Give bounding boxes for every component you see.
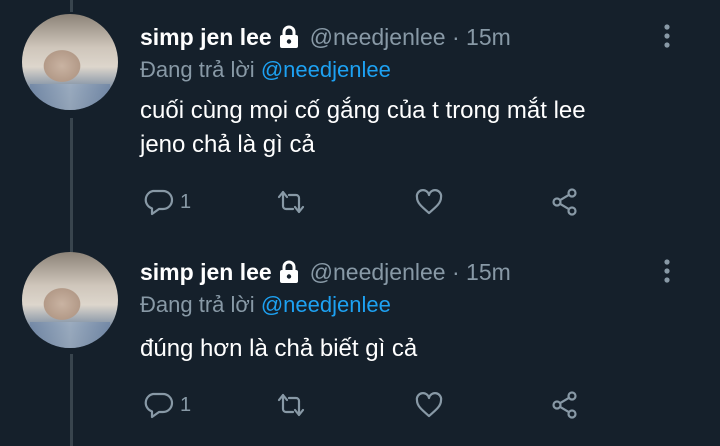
separator-dot: · — [445, 258, 467, 285]
lock-icon — [279, 260, 298, 283]
share-icon — [552, 188, 577, 216]
like-icon — [415, 189, 443, 215]
like-button[interactable] — [414, 385, 444, 425]
avatar[interactable] — [22, 14, 118, 110]
share-icon — [552, 391, 577, 419]
tweet-text: đúng hơn là chả biết gì cả — [140, 332, 680, 366]
share-button[interactable] — [550, 182, 580, 222]
reply-count: 1 — [180, 190, 192, 213]
tweet-header: simp jen lee @needjenlee · 15m — [140, 21, 511, 53]
reply-button[interactable]: 1 — [144, 385, 191, 425]
user-handle[interactable]: @needjenlee — [310, 24, 446, 51]
replying-to-label: Đang trả lời — [140, 292, 255, 317]
reply-button[interactable]: 1 — [144, 182, 191, 222]
lock-icon — [279, 25, 298, 48]
tweet-text-line: cuối cùng mọi cố gắng của t trong mắt le… — [140, 97, 586, 124]
more-vertical-icon[interactable] — [660, 257, 674, 285]
user-handle[interactable]: @needjenlee — [310, 259, 446, 286]
display-name[interactable]: simp jen lee — [140, 24, 272, 51]
like-button[interactable] — [414, 182, 444, 222]
avatar[interactable] — [22, 252, 118, 348]
tweet-text-line: jeno chả là gì cả — [140, 131, 315, 158]
tweet-1[interactable]: simp jen lee @needjenlee · 15m Đang trả … — [0, 0, 720, 223]
reply-count: 1 — [180, 393, 192, 416]
tweet-text-line: đúng hơn là chả biết gì cả — [140, 335, 418, 362]
replying-to: Đang trả lời @needjenlee — [140, 57, 391, 83]
share-button[interactable] — [550, 385, 580, 425]
timestamp[interactable]: 15m — [466, 259, 511, 286]
retweet-button[interactable] — [276, 385, 306, 425]
retweet-icon — [277, 190, 305, 214]
reply-icon — [144, 189, 174, 216]
retweet-button[interactable] — [276, 182, 306, 222]
tweet-header: simp jen lee @needjenlee · 15m — [140, 256, 511, 288]
display-name[interactable]: simp jen lee — [140, 259, 272, 286]
timestamp[interactable]: 15m — [466, 24, 511, 51]
reply-mention-link[interactable]: @needjenlee — [261, 292, 391, 317]
reply-mention-link[interactable]: @needjenlee — [261, 57, 391, 82]
more-vertical-icon[interactable] — [660, 22, 674, 50]
replying-to: Đang trả lời @needjenlee — [140, 292, 391, 318]
tweet-actions: 1 — [140, 385, 600, 425]
replying-to-label: Đang trả lời — [140, 57, 255, 82]
like-icon — [415, 392, 443, 418]
tweet-actions: 1 — [140, 182, 600, 222]
tweet-text: cuối cùng mọi cố gắng của t trong mắt le… — [140, 94, 680, 162]
retweet-icon — [277, 393, 305, 417]
tweet-2[interactable]: simp jen lee @needjenlee · 15m Đang trả … — [0, 223, 720, 446]
reply-icon — [144, 392, 174, 419]
separator-dot: · — [445, 23, 467, 50]
